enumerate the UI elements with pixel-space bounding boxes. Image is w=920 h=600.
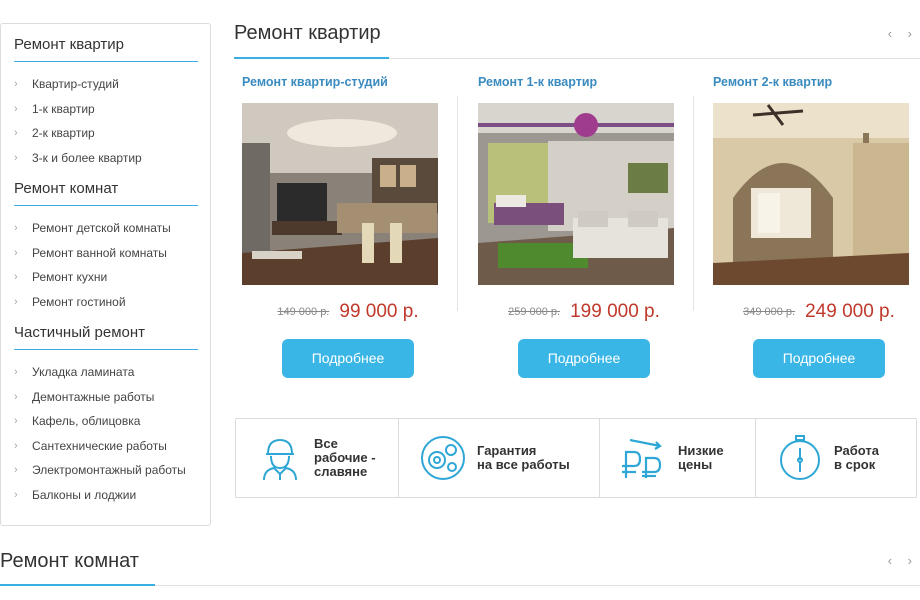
chevron-right-icon: › <box>14 439 18 452</box>
chevron-right-icon: › <box>14 222 18 234</box>
section-header: Ремонт квартир ‹ › <box>234 18 920 59</box>
sidebar: Ремонт квартир › Квартир-студий › 1-к квар… <box>0 23 211 526</box>
chevron-right-icon: › <box>14 102 18 115</box>
section-title: Ремонт комнат <box>0 550 139 572</box>
product-card: Ремонт 2-к квартир 349 000 р. 249 000 р. … <box>713 75 920 378</box>
card-title[interactable]: Ремонт квартир-студий <box>242 75 454 97</box>
chevron-right-icon: › <box>14 390 18 403</box>
feature-text: Низкие цены <box>678 443 724 472</box>
chevron-right-icon: › <box>14 295 18 308</box>
card-image-1room[interactable] <box>478 103 674 285</box>
new-price: 99 000 р. <box>339 301 419 322</box>
chevron-right-icon: › <box>14 127 18 139</box>
sidebar-item[interactable]: › Кафель, облицовка <box>14 409 198 434</box>
feature-item: Все рабочие - славяне <box>236 419 399 497</box>
section-title-underline <box>234 57 389 59</box>
product-card: Ремонт 1-к квартир 259 000 р. 199 000 р. … <box>478 75 690 378</box>
section-title-underline <box>0 584 155 586</box>
sidebar-item[interactable]: › 2-к квартир <box>14 121 198 146</box>
sidebar-heading[interactable]: Ремонт квартир <box>14 36 198 62</box>
card-divider <box>693 96 694 311</box>
sidebar-item[interactable]: › Ремонт кухни <box>14 265 198 290</box>
card-title[interactable]: Ремонт 2-к квартир <box>713 75 920 97</box>
card-divider <box>457 96 458 311</box>
old-price: 259 000 р. <box>508 306 561 318</box>
sidebar-group-rooms: Ремонт комнат › Ремонт детской комнаты › Р… <box>14 180 198 314</box>
carousel-arrows[interactable]: ‹ › <box>888 26 918 41</box>
section-header: Ремонт комнат ‹ › <box>0 545 920 586</box>
feature-text: Работа в срок <box>834 443 879 472</box>
feature-text: Все рабочие - славяне <box>314 436 376 479</box>
carousel-arrows[interactable]: ‹ › <box>888 553 918 568</box>
chevron-right-icon: › <box>14 246 18 259</box>
new-price: 249 000 р. <box>805 301 895 322</box>
sidebar-item[interactable]: › Ремонт детской комнаты <box>14 216 198 241</box>
chevron-right-icon: › <box>14 366 18 378</box>
sidebar-item[interactable]: › 1-к квартир <box>14 97 198 122</box>
sidebar-item[interactable]: › Укладка ламината <box>14 360 198 385</box>
new-price: 199 000 р. <box>570 301 660 322</box>
sidebar-group-partial: Частичный ремонт › Укладка ламината › Демо… <box>14 324 198 507</box>
features-bar: Все рабочие - славяне Гарантия на все ра… <box>235 418 917 498</box>
chevron-right-icon: › <box>14 415 18 427</box>
feature-item: Низкие цены <box>600 419 756 497</box>
worker-icon <box>263 438 297 481</box>
sidebar-item[interactable]: › Квартир-студий <box>14 72 198 97</box>
card-image-studio[interactable] <box>242 103 438 285</box>
sidebar-item[interactable]: › Ремонт ванной комнаты <box>14 241 198 266</box>
feature-text: Гарантия на все работы <box>477 443 570 472</box>
card-image-2room[interactable] <box>713 103 909 285</box>
stopwatch-icon <box>780 435 820 480</box>
sidebar-item[interactable]: › 3-к и более квартир <box>14 146 198 171</box>
section-title: Ремонт квартир <box>234 22 381 44</box>
details-button[interactable]: Подробнее <box>282 339 414 378</box>
details-button[interactable]: Подробнее <box>753 339 885 378</box>
feature-item: Работа в срок <box>756 419 916 497</box>
product-card: Ремонт квартир-студий 149 000 р. 99 000 р… <box>242 75 454 378</box>
sidebar-heading[interactable]: Частичный ремонт <box>14 324 198 350</box>
sidebar-item[interactable]: › Ремонт гостиной <box>14 290 198 315</box>
sidebar-item[interactable]: › Балконы и лоджии <box>14 483 198 508</box>
gears-icon <box>421 436 465 480</box>
old-price: 349 000 р. <box>743 306 796 318</box>
price-block: 149 000 р. 99 000 р. <box>242 297 454 327</box>
price-block: 349 000 р. 249 000 р. <box>713 297 920 327</box>
chevron-right-icon: › <box>14 151 18 164</box>
chevron-right-icon: › <box>14 78 18 90</box>
details-button[interactable]: Подробнее <box>518 339 650 378</box>
chevron-right-icon: › <box>14 271 18 283</box>
ruble-icon <box>622 438 662 478</box>
chevron-right-icon: › <box>14 464 18 476</box>
sidebar-item[interactable]: › Электромонтажный работы <box>14 458 198 483</box>
sidebar-group-apartments: Ремонт квартир › Квартир-студий › 1-к квар… <box>14 36 198 170</box>
price-block: 259 000 р. 199 000 р. <box>478 297 690 327</box>
sidebar-item[interactable]: › Демонтажные работы <box>14 385 198 410</box>
feature-item: Гарантия на все работы <box>399 419 600 497</box>
old-price: 149 000 р. <box>277 306 330 318</box>
chevron-right-icon: › <box>14 488 18 501</box>
card-title[interactable]: Ремонт 1-к квартир <box>478 75 690 97</box>
sidebar-item[interactable]: › Сантехнические работы <box>14 434 198 459</box>
sidebar-heading[interactable]: Ремонт комнат <box>14 180 198 206</box>
